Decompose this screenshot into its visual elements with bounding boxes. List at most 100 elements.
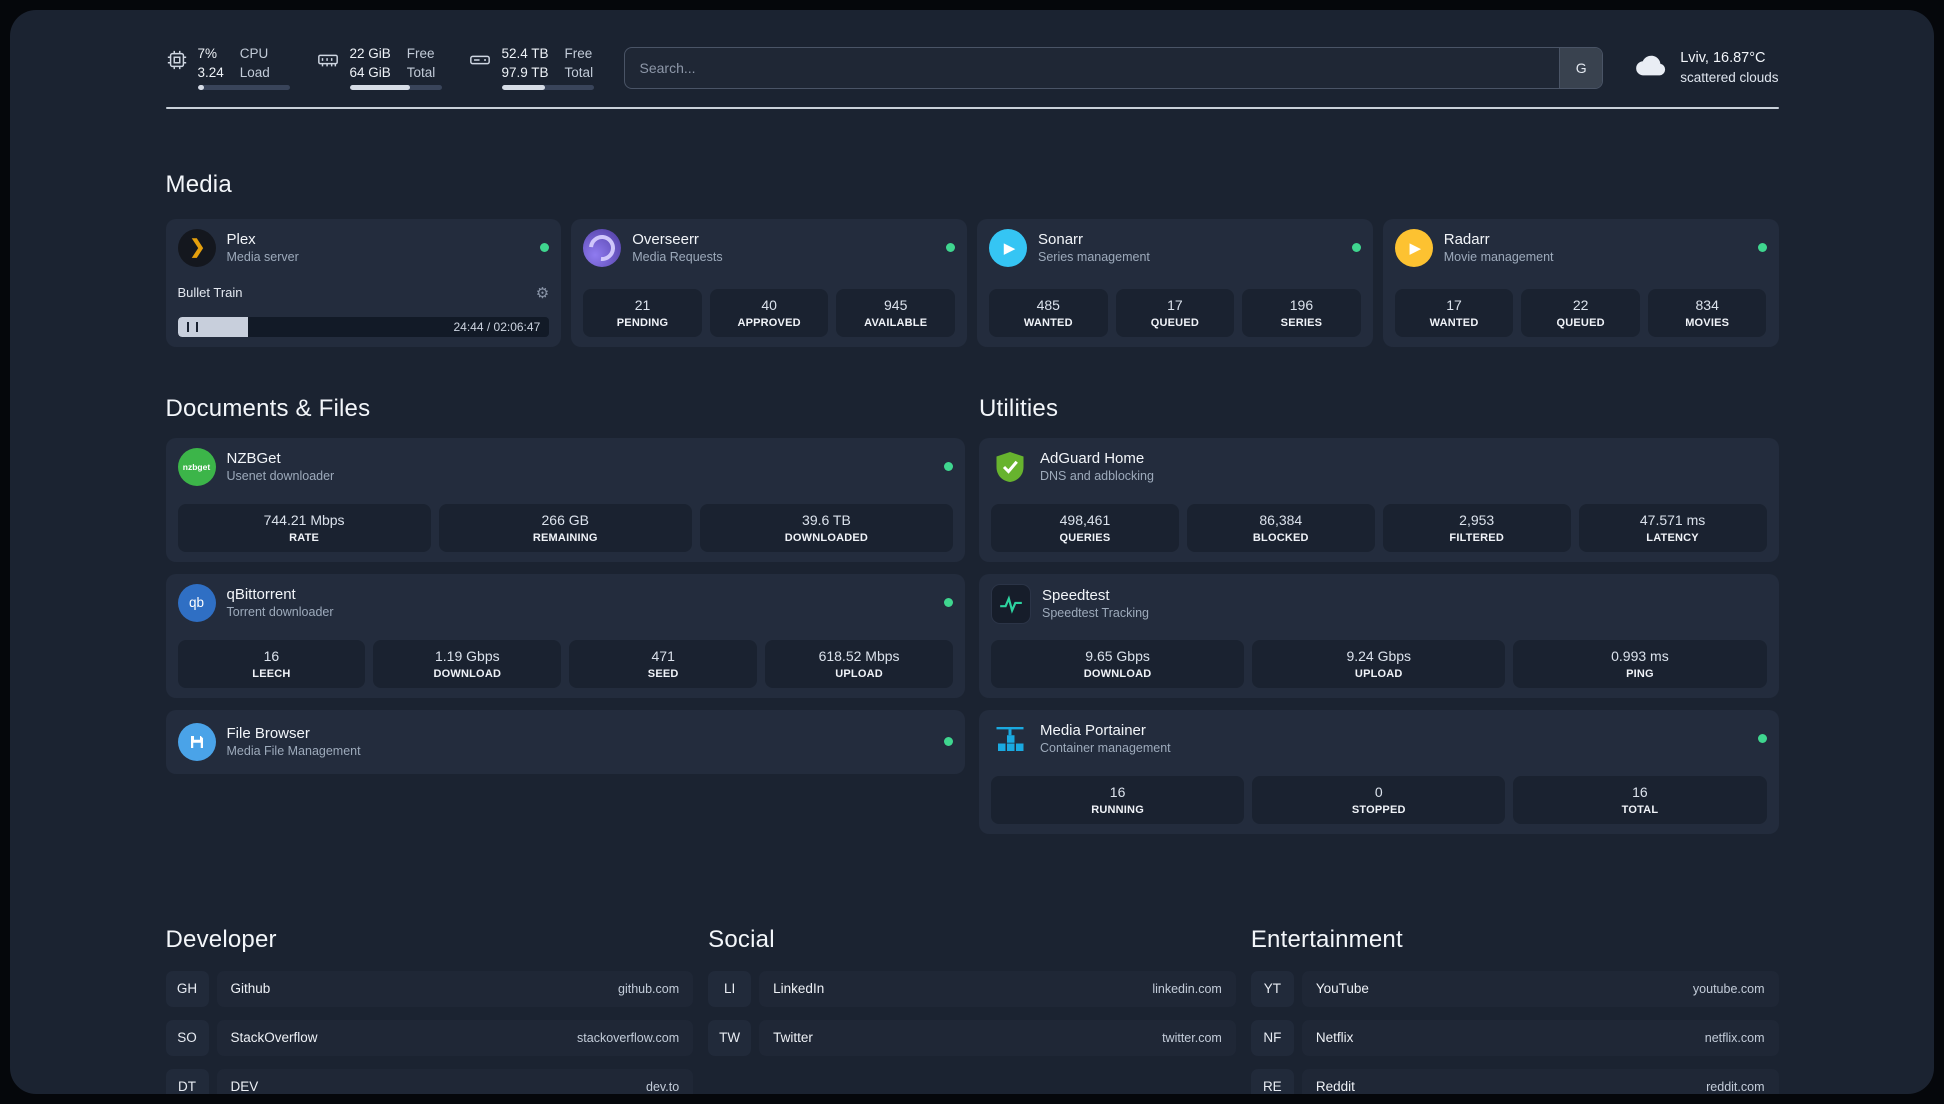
stat-tile: 17 WANTED [1394, 288, 1514, 337]
app-subtitle: Movie management [1443, 250, 1554, 265]
search-input[interactable] [624, 48, 1560, 88]
bookmark-github[interactable]: GH Github github.com [165, 970, 694, 1007]
bookmark-link[interactable]: Reddit reddit.com [1301, 1068, 1779, 1094]
bookmark-twitter[interactable]: TW Twitter twitter.com [708, 1019, 1236, 1056]
memory-monitor: 22 GiB 64 GiB Free Total [316, 45, 442, 91]
gear-icon[interactable]: ⚙ [536, 284, 549, 302]
cpu-label: CPU [239, 45, 269, 61]
speedtest-icon [991, 583, 1031, 624]
disk-progress-bar [501, 85, 594, 91]
app-name: Speedtest [1042, 587, 1110, 604]
nzbget-card[interactable]: nzbget NZBGet Usenet downloader 744.21 M… [165, 437, 965, 562]
plex-icon: ❯ [177, 228, 216, 267]
stat-tile: 618.52 Mbps UPLOAD [765, 639, 953, 688]
stat-tile: 16 RUNNING [991, 775, 1245, 824]
filebrowser-icon [177, 722, 216, 761]
bookmark-linkedin[interactable]: LI LinkedIn linkedin.com [708, 970, 1236, 1007]
bookmark-youtube[interactable]: YT YouTube youtube.com [1250, 970, 1779, 1007]
stat-tile: 0 STOPPED [1252, 775, 1506, 824]
status-dot [946, 243, 955, 253]
app-name: Plex [226, 231, 256, 249]
bookmark-link[interactable]: StackOverflow stackoverflow.com [216, 1019, 694, 1056]
bookmark-link[interactable]: Netflix netflix.com [1301, 1019, 1779, 1056]
bookmark-netflix[interactable]: NF Netflix netflix.com [1250, 1019, 1779, 1056]
status-dot [944, 737, 953, 747]
status-dot [944, 598, 953, 608]
search-bar: G [623, 47, 1604, 89]
bookmark-link[interactable]: Twitter twitter.com [759, 1019, 1236, 1056]
app-name: Sonarr [1038, 231, 1084, 249]
cpu-load-value: 3.24 [197, 64, 224, 80]
nzbget-icon: nzbget [177, 447, 216, 486]
bookmark-dev[interactable]: DT DEV dev.to [165, 1068, 694, 1094]
search-engine-button[interactable]: G [1559, 48, 1603, 88]
radarr-icon: ▶ [1394, 228, 1433, 267]
status-dot [540, 243, 550, 253]
ram-free-label: Free [406, 45, 435, 61]
stat-tile: 9.65 Gbps DOWNLOAD [991, 639, 1245, 688]
weather-condition: scattered clouds [1680, 69, 1779, 85]
app-subtitle: Media Requests [632, 250, 723, 265]
stat-tile: 40 APPROVED [709, 288, 829, 337]
now-playing-title: Bullet Train [177, 285, 243, 301]
playback-time: 24:44 / 02:06:47 [453, 319, 541, 334]
bookmark-abbr[interactable]: RE [1250, 1068, 1294, 1094]
disk-total-label: Total [564, 64, 594, 80]
section-title-social: Social [708, 925, 775, 953]
playback-progress-bar[interactable]: 24:44 / 02:06:47 [177, 316, 550, 337]
plex-card[interactable]: ❯ Plex Media server Bullet Train ⚙ 24:44… [165, 218, 562, 347]
pause-icon[interactable] [186, 321, 198, 332]
bookmark-stackoverflow[interactable]: SO StackOverflow stackoverflow.com [165, 1019, 694, 1056]
speedtest-card[interactable]: Speedtest Speedtest Tracking 9.65 Gbps DO… [979, 573, 1779, 698]
app-subtitle: Container management [1040, 741, 1171, 756]
stat-tile: 744.21 Mbps RATE [177, 503, 431, 552]
topbar-divider [165, 107, 1779, 109]
bookmark-link[interactable]: Github github.com [216, 970, 694, 1007]
stat-tile: 0.993 ms PING [1513, 639, 1767, 688]
status-dot [944, 462, 953, 472]
dashboard-app: 7% 3.24 CPU Load 22 GiB 64 GiB Free Tota… [10, 10, 1934, 1094]
sonarr-card[interactable]: ▶ Sonarr Series management 485 WANTED 17 Q… [977, 218, 1373, 347]
bookmark-group-entertainment: Entertainment YT YouTube youtube.com NF … [1250, 906, 1779, 1094]
documents-column: Documents & Files nzbget NZBGet Usenet d… [165, 375, 965, 846]
stat-tile: 9.24 Gbps UPLOAD [1252, 639, 1506, 688]
overseerr-card[interactable]: Overseerr Media Requests 21 PENDING 40 APP… [571, 218, 967, 347]
qbittorrent-card[interactable]: qb qBittorrent Torrent downloader 16 LEEC… [165, 573, 965, 698]
bookmark-abbr[interactable]: GH [165, 970, 209, 1007]
stat-tile: 945 AVAILABLE [836, 288, 955, 337]
status-dot [1351, 243, 1361, 253]
stat-tile: 498,461 QUERIES [991, 503, 1179, 552]
stat-tile: 196 SERIES [1242, 288, 1361, 337]
adguard-icon [991, 448, 1029, 486]
cpu-load-label: Load [239, 64, 270, 80]
app-name: File Browser [226, 725, 310, 742]
app-subtitle: DNS and adblocking [1040, 469, 1154, 484]
ram-progress-bar [349, 85, 442, 91]
media-grid: ❯ Plex Media server Bullet Train ⚙ 24:44… [165, 218, 1779, 347]
app-name: qBittorrent [226, 586, 296, 603]
bookmark-link[interactable]: DEV dev.to [216, 1068, 694, 1094]
bookmark-link[interactable]: LinkedIn linkedin.com [759, 970, 1236, 1007]
weather-widget[interactable]: Lviv, 16.87°C scattered clouds [1633, 50, 1779, 86]
cpu-percent: 7% [197, 45, 218, 61]
bookmark-link[interactable]: YouTube youtube.com [1301, 970, 1779, 1007]
cpu-monitor: 7% 3.24 CPU Load [166, 45, 290, 91]
bookmark-reddit[interactable]: RE Reddit reddit.com [1250, 1068, 1779, 1094]
stat-tile: 39.6 TB DOWNLOADED [699, 503, 954, 552]
app-name: Overseerr [632, 231, 699, 249]
radarr-card[interactable]: ▶ Radarr Movie management 17 WANTED 22 QUE… [1382, 218, 1779, 347]
section-title-media: Media [165, 171, 232, 198]
bookmark-abbr[interactable]: LI [708, 970, 752, 1007]
filebrowser-card[interactable]: File Browser Media File Management [165, 709, 965, 774]
bookmark-abbr[interactable]: DT [165, 1068, 209, 1094]
bookmark-abbr[interactable]: NF [1250, 1019, 1294, 1056]
portainer-card[interactable]: Media Portainer Container management 16 R… [979, 709, 1779, 834]
bookmark-abbr[interactable]: TW [708, 1019, 752, 1056]
stat-tile: 2,953 FILTERED [1382, 503, 1571, 552]
app-subtitle: Media server [226, 250, 299, 265]
bookmark-abbr[interactable]: YT [1250, 970, 1294, 1007]
bookmark-abbr[interactable]: SO [165, 1019, 209, 1056]
adguard-card[interactable]: AdGuard Home DNS and adblocking 498,461 Q… [979, 437, 1779, 562]
top-bar: 7% 3.24 CPU Load 22 GiB 64 GiB Free Tota… [166, 44, 1779, 92]
cpu-icon [166, 49, 188, 71]
